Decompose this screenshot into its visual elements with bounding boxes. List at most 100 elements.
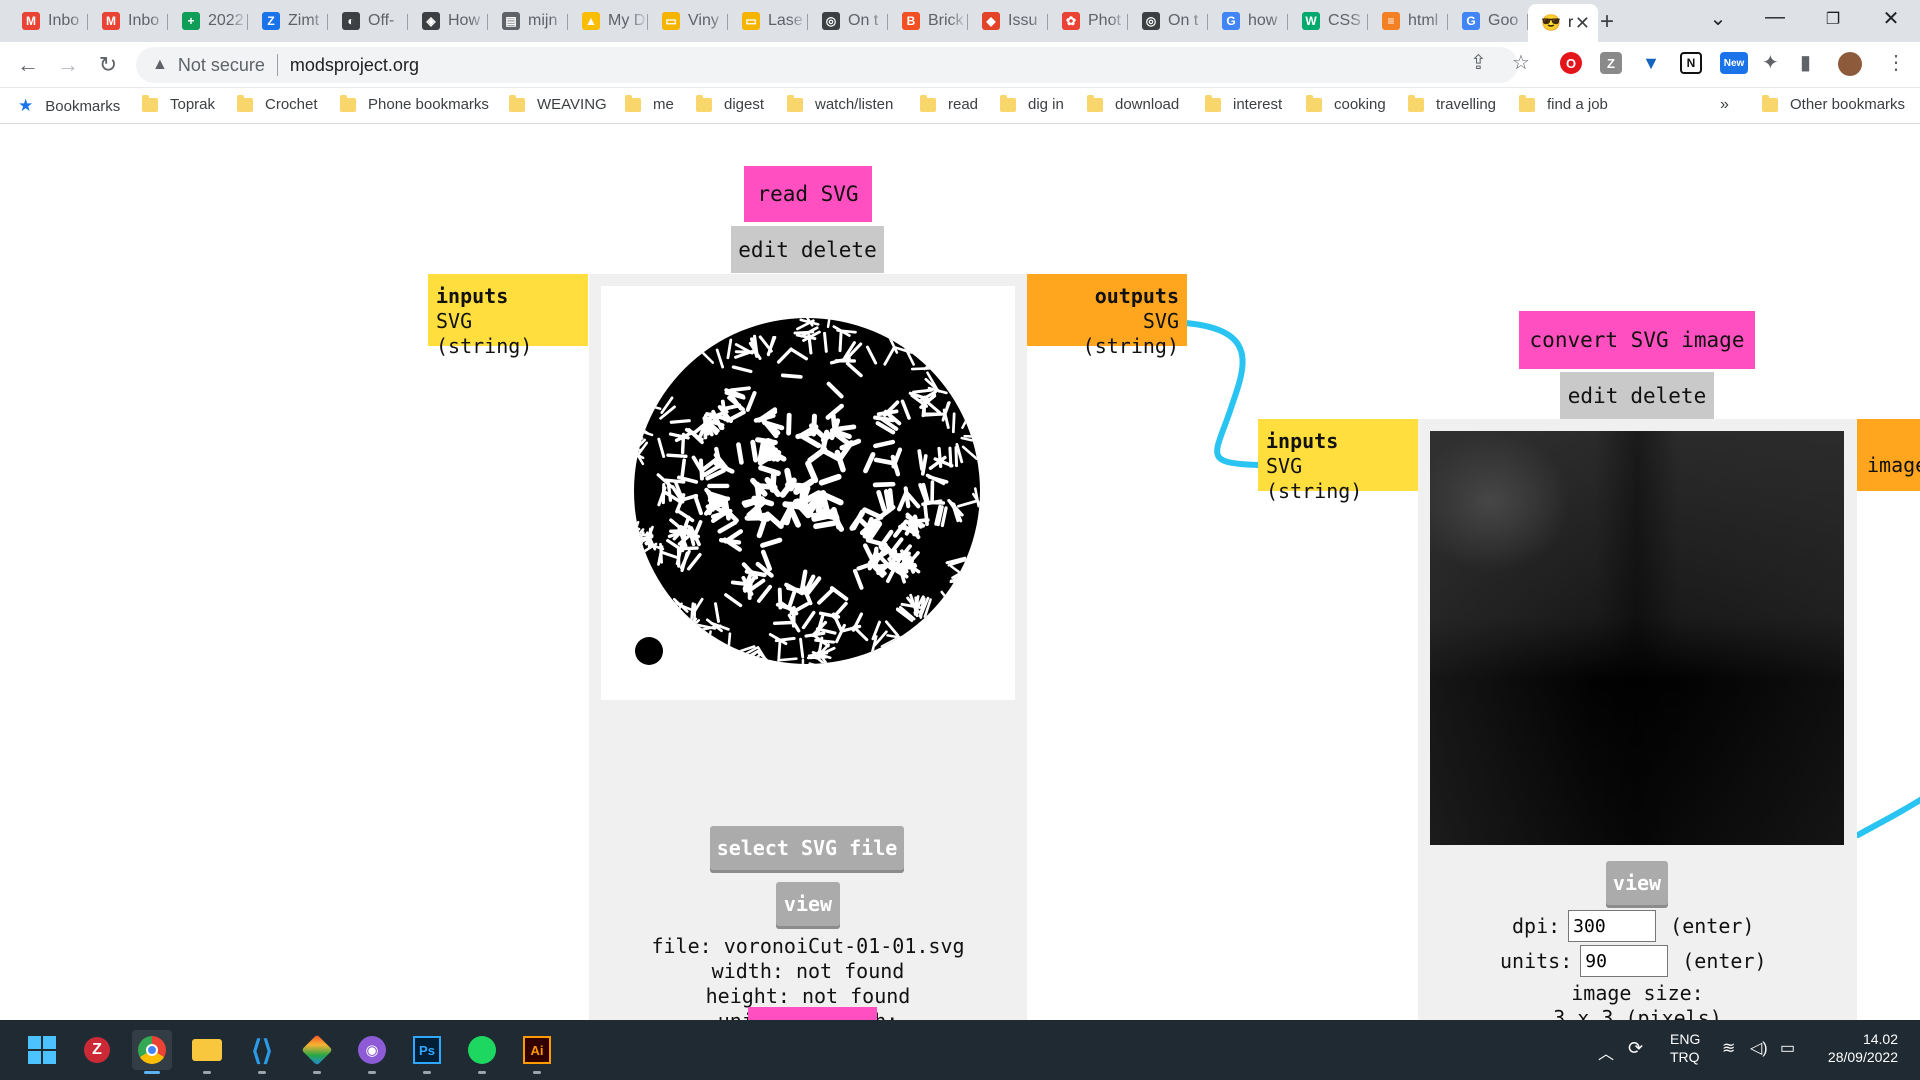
spotify-icon[interactable]: [462, 1030, 502, 1074]
browser-tab[interactable]: ▭ Lase: [728, 6, 808, 36]
bookmark-folder[interactable]: watch/listen: [787, 94, 893, 113]
convert-outputs-port[interactable]: image: [1857, 419, 1920, 491]
read-svg-module-title[interactable]: read SVG: [744, 166, 872, 222]
bookmark-folder[interactable]: read: [920, 94, 978, 113]
other-bookmarks-folder[interactable]: Other bookmarks: [1762, 94, 1906, 113]
restore-button[interactable]: ❐: [1818, 9, 1848, 29]
select-svg-file-button[interactable]: select SVG file: [710, 826, 904, 870]
bookmarks-overflow-button[interactable]: »: [1720, 96, 1729, 114]
browser-tab[interactable]: ≡ html: [1368, 6, 1448, 36]
bookmarks-root[interactable]: ★ Bookmarks: [18, 96, 120, 116]
sync-icon[interactable]: ⟳: [1628, 1038, 1643, 1059]
battery-icon[interactable]: ▭: [1780, 1038, 1795, 1058]
illustrator-icon[interactable]: Ai: [517, 1030, 557, 1074]
bookmark-folder[interactable]: Phone bookmarks: [340, 94, 489, 113]
bookmark-folder[interactable]: travelling: [1408, 94, 1496, 113]
wire-svg-output-to-convert-input[interactable]: [1183, 320, 1261, 468]
bookmark-folder[interactable]: digest: [696, 94, 764, 113]
browser-tab[interactable]: ◈ How: [408, 6, 488, 36]
extensions-puzzle-icon[interactable]: ✦: [1762, 50, 1779, 75]
windows-start-icon[interactable]: [22, 1030, 62, 1070]
language-indicator[interactable]: ENG TRQ: [1670, 1031, 1700, 1065]
other-bookmarks-label: Other bookmarks: [1790, 96, 1906, 113]
units-input[interactable]: [1580, 945, 1669, 977]
volume-icon[interactable]: ◁): [1750, 1038, 1768, 1058]
convert-inputs-port[interactable]: inputs SVG (string): [1258, 419, 1418, 503]
new-extension-icon[interactable]: New: [1720, 52, 1748, 74]
zotero-icon[interactable]: Z: [77, 1030, 117, 1070]
back-button[interactable]: ←: [14, 52, 42, 78]
new-tab-button[interactable]: +: [1600, 8, 1614, 36]
convert-edit-button[interactable]: edit: [1568, 384, 1619, 408]
convert-delete-button[interactable]: delete: [1630, 384, 1706, 408]
convert-svg-module-title[interactable]: convert SVG image: [1519, 311, 1755, 369]
v-extension-icon[interactable]: ▼: [1640, 52, 1662, 74]
browser-tab[interactable]: M Inbo: [8, 6, 88, 36]
address-bar[interactable]: ▲ Not secure modsproject.org: [136, 47, 1518, 83]
registration-dot: [635, 637, 663, 665]
bookmark-folder[interactable]: Toprak: [142, 94, 215, 113]
browser-tab[interactable]: ◎ On t: [808, 6, 888, 36]
read-svg-delete-button[interactable]: delete: [801, 238, 877, 262]
browser-tab[interactable]: ▤ mijn: [488, 6, 568, 36]
bookmark-folder[interactable]: cooking: [1306, 94, 1386, 113]
photoshop-icon[interactable]: Ps: [407, 1030, 447, 1074]
opera-adblock-extension-icon[interactable]: O: [1560, 52, 1582, 74]
browser-tab[interactable]: ◎ On t: [1128, 6, 1208, 36]
read-svg-inputs-port[interactable]: inputs SVG (string): [428, 274, 588, 358]
browser-tab[interactable]: ▭ Viny: [648, 6, 728, 36]
bookmark-folder[interactable]: find a job: [1519, 94, 1608, 113]
clock[interactable]: 14.02 28/09/2022: [1818, 1031, 1898, 1065]
forward-button[interactable]: →: [54, 52, 82, 78]
voronoi-gap: [876, 409, 899, 417]
browser-tab[interactable]: Ghow: [1208, 6, 1288, 36]
bookmark-folder[interactable]: download: [1087, 94, 1179, 113]
file-explorer-icon[interactable]: [187, 1030, 227, 1074]
tab-search-chevron-icon[interactable]: ⌄: [1703, 6, 1733, 31]
reload-button[interactable]: ↻: [94, 52, 122, 78]
browser-tab[interactable]: Z Zimt: [248, 6, 328, 36]
bookmark-folder[interactable]: interest: [1205, 94, 1282, 113]
browser-tab[interactable]: ✿ Phot: [1048, 6, 1128, 36]
bookmark-folder[interactable]: me: [625, 94, 674, 113]
wire-convert-output-offscreen[interactable]: [1855, 796, 1920, 838]
notion-extension-icon[interactable]: N: [1680, 52, 1702, 74]
read-svg-outputs-port[interactable]: outputs SVG (string): [1027, 274, 1187, 358]
minimize-button[interactable]: —: [1760, 6, 1790, 29]
read-svg-edit-button[interactable]: edit: [738, 238, 789, 262]
browser-tab[interactable]: W CSS: [1288, 6, 1368, 36]
image-size-info: image size: 3 x 3 (pixels): [1418, 981, 1857, 1020]
chrome-menu-icon[interactable]: ⋮: [1886, 50, 1906, 75]
browser-tab[interactable]: B Brick: [888, 6, 968, 36]
git-icon[interactable]: [297, 1030, 337, 1074]
language-top: ENG: [1670, 1031, 1701, 1047]
close-window-button[interactable]: ✕: [1876, 6, 1906, 31]
voronoi-gap: [698, 458, 704, 481]
close-tab-icon[interactable]: ✕: [1575, 13, 1590, 34]
wifi-icon[interactable]: ≋: [1722, 1038, 1735, 1058]
browser-tab[interactable]: ▲ My D: [568, 6, 648, 36]
show-hidden-icons-chevron-icon[interactable]: ︿: [1598, 1040, 1614, 1064]
chrome-icon[interactable]: [132, 1030, 172, 1074]
vscode-icon[interactable]: ⟨⟩: [242, 1030, 282, 1074]
bookmark-folder[interactable]: WEAVING: [509, 94, 607, 113]
browser-tab[interactable]: +2022: [168, 6, 248, 36]
read-svg-view-button[interactable]: view: [776, 882, 840, 926]
bookmark-folder[interactable]: Crochet: [237, 94, 318, 113]
side-panel-icon[interactable]: ▮: [1800, 50, 1811, 75]
browser-tab[interactable]: ◆ Issu: [968, 6, 1048, 36]
bookmark-folder[interactable]: dig in: [1000, 94, 1064, 113]
share-icon[interactable]: ⇪: [1470, 50, 1487, 75]
browser-tab[interactable]: G Goo: [1448, 6, 1528, 36]
z-extension-icon[interactable]: Z: [1600, 52, 1622, 74]
mods-canvas[interactable]: read SVG edit delete inputs SVG (string)…: [0, 125, 1920, 1020]
browser-tab[interactable]: M Inbo: [88, 6, 168, 36]
browser-tab[interactable]: 😎 r ✕: [1528, 4, 1598, 42]
dpi-input[interactable]: [1568, 910, 1657, 942]
browser-tab[interactable]: ◐ Off-: [328, 6, 408, 36]
profile-avatar[interactable]: [1838, 52, 1862, 76]
github-desktop-icon[interactable]: ◉: [352, 1030, 392, 1074]
bookmark-star-icon[interactable]: ☆: [1512, 50, 1530, 75]
next-module-title-partial[interactable]: [748, 1007, 877, 1020]
convert-view-button[interactable]: view: [1606, 861, 1668, 905]
